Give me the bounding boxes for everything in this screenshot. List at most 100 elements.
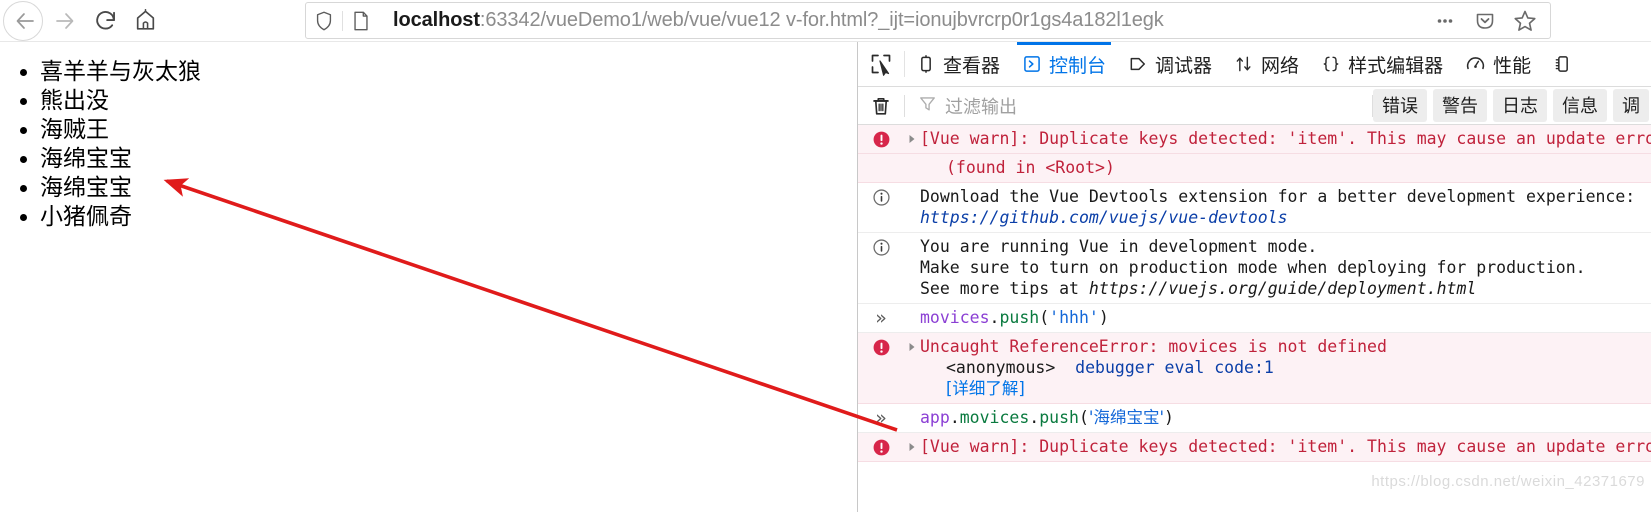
list-item: 小猪佩奇 (40, 203, 857, 231)
tab-label: 控制台 (1049, 54, 1107, 77)
star-icon (1514, 10, 1536, 31)
console-message: (found in <Root>) (920, 157, 1651, 178)
tab-network[interactable]: 网络 (1223, 42, 1310, 86)
funnel-icon (918, 94, 937, 118)
token-punct: ( (1039, 308, 1050, 327)
browser-window: localhost:63342/vueDemo1/web/vue/vue12 v… (0, 0, 1651, 512)
message-line: You are running Vue in development mode. (920, 237, 1318, 256)
message-line: See more tips at https://vuejs.org/guide… (920, 278, 1645, 299)
token-property: push (999, 308, 1040, 327)
element-picker-button[interactable] (858, 42, 904, 86)
back-button[interactable] (6, 4, 44, 38)
token-punct: ( (1078, 408, 1089, 427)
console-output: [Vue warn]: Duplicate keys detected: 'it… (858, 125, 1651, 462)
message-line: [Vue warn]: Duplicate keys detected: 'it… (920, 129, 1651, 148)
tab-style-editor[interactable]: 样式编辑器 (1310, 42, 1454, 86)
reload-button[interactable] (86, 4, 124, 38)
token-property: push (1039, 408, 1079, 427)
filter-info-button[interactable]: 信息 (1553, 89, 1607, 122)
console-message: [Vue warn]: Duplicate keys detected: 'it… (920, 128, 1651, 149)
pocket-button[interactable] (1466, 5, 1504, 37)
expand-twisty[interactable] (904, 128, 920, 144)
list-item: 海绵宝宝 (40, 145, 857, 173)
devtools-tab-list: 查看器 控制台 调试器 网络 样式编辑器 性能 (905, 42, 1651, 86)
console-message: Uncaught ReferenceError: movices is not … (920, 336, 1651, 399)
trash-icon (873, 97, 889, 115)
list-item: 海绵宝宝 (40, 174, 857, 202)
tab-debugger[interactable]: 调试器 (1117, 42, 1223, 86)
movie-list: 喜羊羊与灰太狼 熊出没 海贼王 海绵宝宝 海绵宝宝 小猪佩奇 (0, 58, 857, 231)
error-icon (858, 436, 904, 457)
nav-button-group (0, 4, 164, 38)
list-item: 熊出没 (40, 87, 857, 115)
console-message: You are running Vue in development mode.… (920, 236, 1651, 299)
clear-console-button[interactable] (858, 95, 904, 117)
tab-label: 调试器 (1155, 54, 1213, 77)
console-row-command[interactable]: » movices.push('hhh') (858, 304, 1651, 333)
message-line: Make sure to turn on production mode whe… (920, 258, 1586, 277)
devtools-panel: 查看器 控制台 调试器 网络 样式编辑器 性能 过滤输出 错误 警告 日志 信息… (857, 42, 1651, 512)
twisty-empty (904, 407, 920, 413)
expand-twisty[interactable] (904, 336, 920, 352)
tab-inspector[interactable]: 查看器 (905, 42, 1011, 86)
bookmark-button[interactable] (1506, 5, 1544, 37)
list-item: 海贼王 (40, 116, 857, 144)
token-punct: ) (1098, 308, 1109, 327)
arrow-right-icon (56, 12, 74, 29)
info-icon (858, 186, 904, 207)
arrow-left-icon (16, 12, 34, 29)
twisty-empty (904, 186, 920, 192)
filter-logs-button[interactable]: 日志 (1493, 89, 1547, 122)
gutter-empty (858, 157, 904, 159)
error-icon (858, 128, 904, 149)
console-row-command[interactable]: » app.movices.push('海绵宝宝') (858, 404, 1651, 433)
element-picker-icon (871, 54, 891, 76)
error-icon (858, 336, 904, 357)
token-string: '海绵宝宝' (1088, 408, 1164, 427)
page-icon[interactable] (343, 10, 379, 32)
token-punct: . (989, 308, 1000, 327)
browser-navigation-bar: localhost:63342/vueDemo1/web/vue/vue12 v… (0, 0, 1651, 41)
tab-memory[interactable] (1542, 42, 1591, 86)
forward-button[interactable] (46, 4, 84, 38)
filter-errors-button[interactable]: 错误 (1373, 89, 1427, 122)
learn-more-link[interactable]: [详细了解] (920, 378, 1645, 399)
reload-icon (95, 11, 115, 30)
console-row-error[interactable]: Uncaught ReferenceError: movices is not … (858, 333, 1651, 404)
message-line: [Vue warn]: Duplicate keys detected: 'it… (920, 437, 1651, 456)
pocket-icon (1476, 13, 1494, 29)
console-icon (1022, 54, 1042, 74)
token-identifier: app (920, 408, 950, 427)
tab-performance[interactable]: 性能 (1454, 42, 1542, 86)
devtools-toolbar: 查看器 控制台 调试器 网络 样式编辑器 性能 (858, 42, 1651, 87)
console-message: Download the Vue Devtools extension for … (920, 186, 1651, 228)
shield-icon[interactable] (306, 10, 342, 32)
stack-function: <anonymous> (946, 358, 1056, 377)
performance-icon (1465, 54, 1486, 75)
console-row-error-detail[interactable]: (found in <Root>) (858, 154, 1651, 183)
filter-input[interactable]: 过滤输出 (905, 93, 1372, 119)
home-button[interactable] (126, 4, 164, 38)
command-chevron-icon: » (875, 407, 887, 429)
page-actions-button[interactable] (1426, 5, 1464, 37)
console-row-info[interactable]: You are running Vue in development mode.… (858, 233, 1651, 304)
console-row-info[interactable]: Download the Vue Devtools extension for … (858, 183, 1651, 233)
command-line: movices.push('hhh') (920, 307, 1645, 328)
message-line: Download the Vue Devtools extension for … (920, 187, 1636, 206)
url-bar[interactable]: localhost:63342/vueDemo1/web/vue/vue12 v… (305, 2, 1551, 39)
tab-label: 性能 (1493, 54, 1532, 77)
token-string: 'hhh' (1049, 308, 1099, 327)
console-row-error[interactable]: [Vue warn]: Duplicate keys detected: 'it… (858, 125, 1651, 154)
filter-debug-button[interactable]: 调 (1613, 89, 1649, 122)
command-line: app.movices.push('海绵宝宝') (920, 407, 1645, 428)
url-text[interactable]: localhost:63342/vueDemo1/web/vue/vue12 v… (379, 9, 1426, 32)
message-link[interactable]: https://github.com/vuejs/vue-devtools (920, 207, 1645, 228)
console-row-error[interactable]: [Vue warn]: Duplicate keys detected: 'it… (858, 433, 1651, 462)
filter-warnings-button[interactable]: 警告 (1433, 89, 1487, 122)
network-icon (1234, 54, 1254, 74)
message-link[interactable]: https://vuejs.org/guide/deployment.html (1089, 279, 1476, 298)
tab-console[interactable]: 控制台 (1011, 42, 1117, 86)
tab-label: 样式编辑器 (1348, 54, 1444, 77)
stack-location[interactable]: debugger eval code:1 (1075, 358, 1274, 377)
expand-twisty[interactable] (904, 436, 920, 452)
